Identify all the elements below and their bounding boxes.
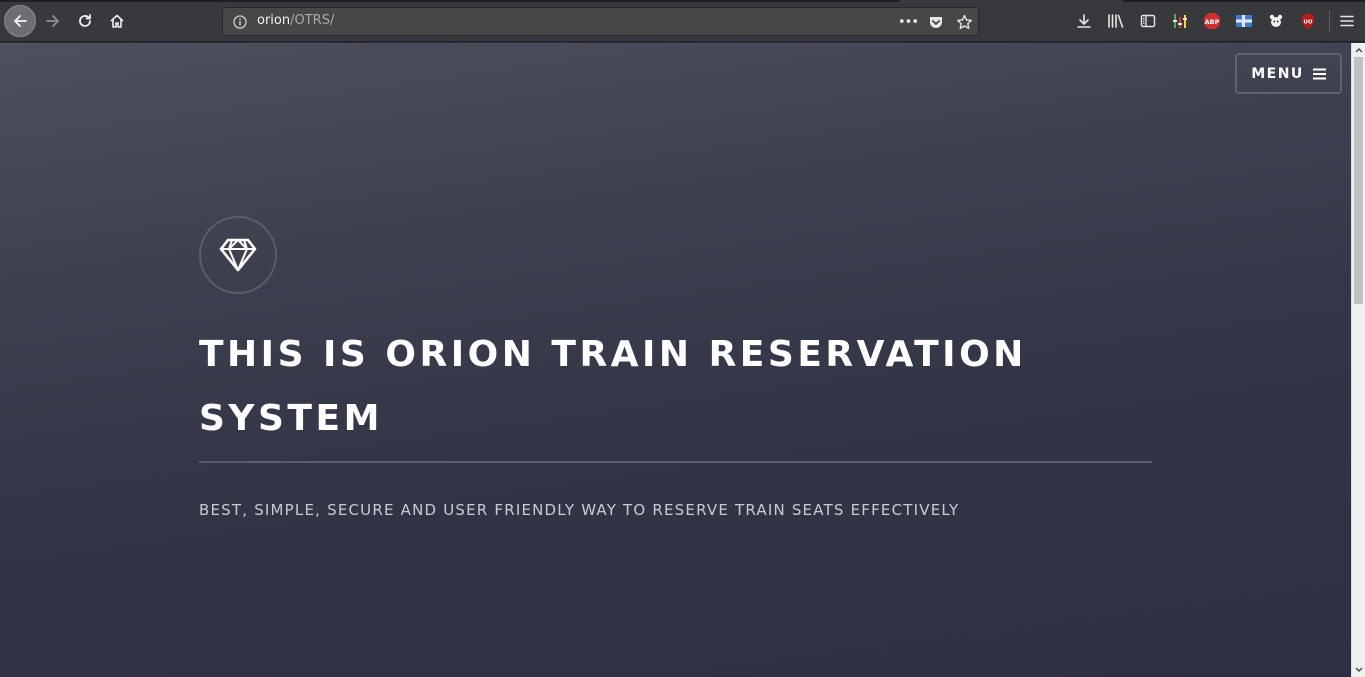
browser-toolbar: orion/OTRS/ ••• ABP UO	[0, 0, 1365, 42]
url-path: /OTRS/	[290, 13, 335, 28]
bookmark-star-button[interactable]	[954, 12, 974, 32]
site-info-icon[interactable]	[232, 14, 248, 34]
arrow-left-icon	[14, 15, 27, 27]
logo	[199, 216, 277, 294]
chevron-down-icon	[1355, 667, 1363, 673]
greasemonkey-button[interactable]	[1266, 11, 1286, 31]
downloads-button[interactable]	[1074, 11, 1094, 31]
hamburger-icon	[1312, 68, 1326, 79]
hero-subtitle: BEST, SIMPLE, SECURE AND USER FRIENDLY W…	[199, 501, 960, 519]
ellipsis-icon: •••	[898, 14, 919, 30]
library-icon	[1108, 14, 1124, 28]
sidebar-button[interactable]	[1138, 11, 1158, 31]
equalizer-extension-button[interactable]	[1170, 11, 1190, 31]
library-button[interactable]	[1106, 11, 1126, 31]
url-host: orion	[257, 13, 291, 28]
home-button[interactable]	[102, 6, 132, 36]
adblock-plus-button[interactable]: ABP	[1202, 11, 1222, 31]
browser-menu-button[interactable]	[1337, 11, 1357, 31]
translate-extension-button[interactable]	[1234, 11, 1254, 31]
diamond-icon	[219, 238, 257, 272]
pocket-icon	[930, 17, 942, 28]
scroll-up-button[interactable]	[1352, 43, 1365, 57]
toolbar-separator	[1329, 10, 1330, 32]
tab-progress-line-secondary	[1123, 0, 1365, 2]
reload-icon	[79, 14, 91, 27]
menu-button[interactable]: MENU	[1235, 53, 1342, 94]
tab-progress-line	[0, 0, 900, 2]
page-hero-section: MENU THIS IS ORION TRAIN RESERVATION SYS…	[0, 43, 1351, 677]
arrow-right-icon	[46, 15, 59, 27]
home-icon	[110, 14, 124, 28]
adblock-icon: ABP	[1204, 13, 1220, 29]
monkey-icon	[1269, 14, 1283, 27]
hero-divider	[199, 461, 1152, 463]
shield-icon: UO	[1302, 13, 1314, 29]
ublock-origin-button[interactable]: UO	[1298, 11, 1318, 31]
sidebar-icon	[1140, 14, 1156, 28]
reload-button[interactable]	[70, 6, 100, 36]
url-text[interactable]: orion/OTRS/	[257, 13, 334, 28]
vertical-scrollbar[interactable]	[1351, 43, 1365, 677]
chevron-up-icon	[1355, 47, 1363, 53]
flag-icon	[1236, 15, 1252, 27]
hero-title: THIS IS ORION TRAIN RESERVATION SYSTEM	[199, 334, 1027, 439]
back-button[interactable]	[4, 5, 36, 37]
url-bar[interactable]: orion/OTRS/ •••	[222, 7, 979, 36]
pocket-button[interactable]	[926, 12, 946, 32]
ublock-badge-text: UO	[1303, 20, 1312, 26]
menu-button-label: MENU	[1251, 65, 1304, 82]
download-icon	[1077, 14, 1091, 28]
scrollbar-thumb[interactable]	[1354, 57, 1363, 304]
forward-button[interactable]	[38, 6, 68, 36]
abp-badge-text: ABP	[1205, 18, 1220, 26]
equalizer-icon	[1173, 14, 1187, 28]
page-actions-button[interactable]: •••	[898, 12, 919, 32]
star-icon	[956, 14, 972, 29]
scroll-down-button[interactable]	[1352, 663, 1365, 677]
hamburger-icon	[1340, 15, 1354, 27]
